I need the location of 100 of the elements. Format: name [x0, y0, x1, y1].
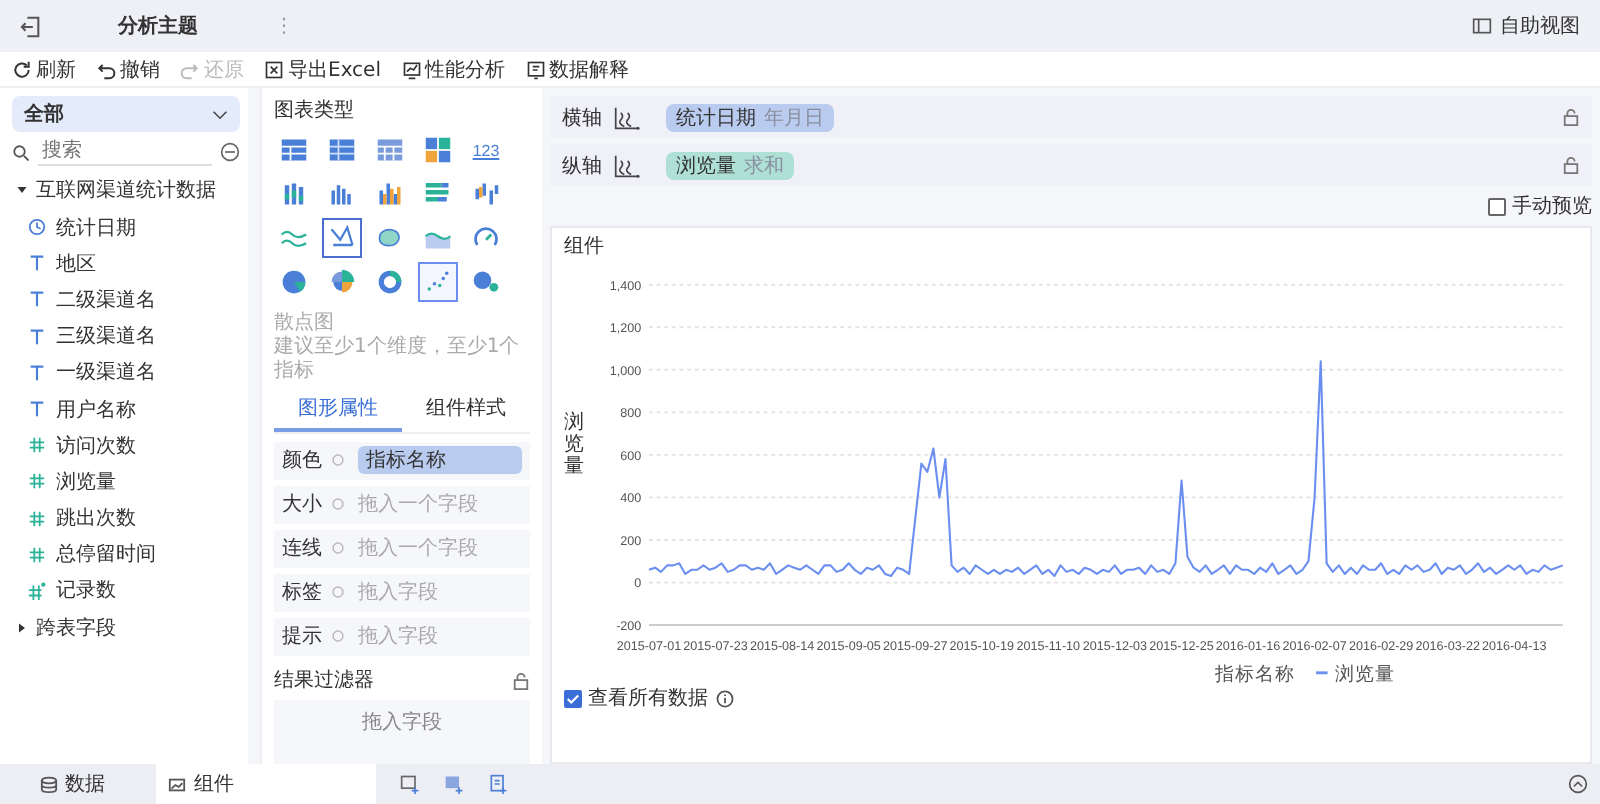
chart-image-icon: [168, 775, 186, 793]
property-tab[interactable]: 图形属性: [274, 388, 402, 432]
legend-title: 指标名称: [1214, 664, 1295, 687]
exit-icon[interactable]: [20, 15, 42, 37]
field-chip[interactable]: 指标名称: [358, 446, 522, 474]
add-dashboard-icon[interactable]: [444, 774, 464, 794]
chart-type-button[interactable]: 123: [466, 130, 506, 170]
property-tab[interactable]: 组件样式: [402, 388, 530, 432]
collapse-icon[interactable]: [1568, 774, 1588, 794]
axis-label: 横轴: [562, 105, 602, 131]
field-item[interactable]: 地区: [12, 246, 240, 281]
info-icon: [332, 542, 344, 554]
chart-type-name: 散点图: [274, 309, 336, 335]
toolbar-button[interactable]: 性能分析: [397, 55, 509, 83]
add-report-icon[interactable]: [488, 774, 508, 794]
undo-icon: [96, 59, 116, 79]
field-item[interactable]: 总停留时间: [12, 537, 240, 572]
info-icon: [332, 630, 344, 642]
property-label: 标签: [282, 579, 324, 606]
manual-preview-checkbox[interactable]: 手动预览: [1488, 192, 1592, 220]
clock-icon: [28, 218, 46, 237]
property-label: 提示: [282, 624, 324, 650]
bubble-icon: [472, 268, 500, 296]
chart-title: 组件: [564, 234, 606, 260]
spreadsheet-icon: [264, 59, 284, 79]
text-type-icon: [28, 327, 46, 346]
property-label: 连线: [282, 535, 324, 562]
info-icon: [332, 586, 344, 598]
donut-chart-icon: [376, 268, 404, 296]
field-item[interactable]: 访问次数: [12, 428, 240, 463]
lock-icon[interactable]: [512, 671, 530, 689]
chart-type-button[interactable]: [418, 262, 458, 302]
table-icon: [328, 136, 356, 164]
property-label: 大小: [282, 491, 324, 518]
section-title: 图表类型: [274, 97, 356, 124]
expand-caret-icon[interactable]: [16, 622, 28, 635]
search-field[interactable]: 搜索: [38, 138, 212, 166]
text-type-icon: [28, 400, 46, 419]
redo-icon: [180, 59, 200, 79]
field-item[interactable]: 记录数: [12, 573, 240, 609]
bottom-tab[interactable]: 数据: [0, 764, 144, 804]
chart-type-button[interactable]: [322, 218, 362, 258]
search-icon: [12, 143, 30, 161]
hash-star-icon: [28, 581, 46, 600]
stacked-bar-icon: [280, 180, 308, 208]
table-icon: [376, 136, 404, 164]
drop-hint: 拖入字段: [358, 623, 438, 650]
toolbar-button[interactable]: 撤销: [92, 55, 164, 83]
pie-chart-icon: [280, 268, 308, 296]
toolbar-button[interactable]: 数据解释: [521, 55, 633, 83]
add-component-icon[interactable]: [400, 774, 420, 794]
drop-hint: 拖入字段: [358, 579, 438, 606]
document-icon: [525, 59, 545, 79]
monitor-chart-icon: [401, 59, 421, 79]
lock-icon[interactable]: [1562, 108, 1580, 126]
section-title: 结果过滤器: [274, 667, 374, 694]
expand-caret-icon[interactable]: [16, 184, 28, 196]
y-axis-title: 浏览量: [564, 411, 584, 477]
view-icon: [1472, 16, 1492, 36]
field-item[interactable]: 跳出次数: [12, 501, 240, 536]
field-item[interactable]: 一级渠道名: [12, 355, 240, 390]
folder-item[interactable]: 跨表字段: [12, 610, 240, 647]
page-tab[interactable]: 分析主题: [118, 12, 198, 40]
collapse-all-icon[interactable]: [220, 142, 240, 162]
axis-field-chip[interactable]: 统计日期 年月日: [666, 103, 834, 131]
drop-hint: 拖入一个字段: [358, 535, 478, 562]
info-icon: [332, 498, 344, 510]
hash-icon: [28, 509, 46, 528]
hash-icon: [28, 545, 46, 564]
bottom-tab[interactable]: 组件: [156, 764, 376, 804]
toolbar-button[interactable]: 导出Excel: [260, 55, 385, 83]
text-type-icon: [28, 363, 46, 382]
axis-label: 纵轴: [562, 153, 602, 179]
toolbar-button[interactable]: 刷新: [8, 55, 80, 83]
field-item[interactable]: 浏览量: [12, 464, 240, 499]
show-all-checkbox[interactable]: 查看所有数据: [564, 684, 708, 712]
checkmark-icon: [566, 691, 580, 705]
axis-settings-icon[interactable]: [612, 153, 640, 177]
table-icon: [280, 136, 308, 164]
field-item[interactable]: 二级渠道名: [12, 282, 240, 318]
lock-icon[interactable]: [1562, 156, 1580, 174]
hash-icon: [28, 472, 46, 491]
hash-icon: [28, 436, 46, 455]
field-item[interactable]: 统计日期: [12, 210, 240, 245]
rose-chart-icon: [328, 268, 356, 296]
scope-dropdown[interactable]: 全部: [12, 96, 240, 132]
folder-item[interactable]: 互联网渠道统计数据: [12, 172, 240, 208]
bar-chart-icon: [376, 180, 404, 208]
axis-field-chip[interactable]: 浏览量 求和: [666, 151, 794, 179]
info-icon[interactable]: [716, 689, 734, 707]
text-type-icon: [28, 254, 46, 273]
property-label: 颜色: [282, 447, 324, 474]
info-icon: [332, 454, 344, 466]
chart-type-hint: 建议至少1个维度，至少1个指标: [274, 336, 522, 382]
field-item[interactable]: 用户名称: [12, 391, 240, 427]
axis-settings-icon[interactable]: [612, 105, 640, 129]
text-type-icon: [28, 290, 46, 309]
field-item[interactable]: 三级渠道名: [12, 319, 240, 354]
view-button[interactable]: 自助视图: [1500, 12, 1580, 40]
legend-label: 浏览量: [1335, 664, 1396, 687]
